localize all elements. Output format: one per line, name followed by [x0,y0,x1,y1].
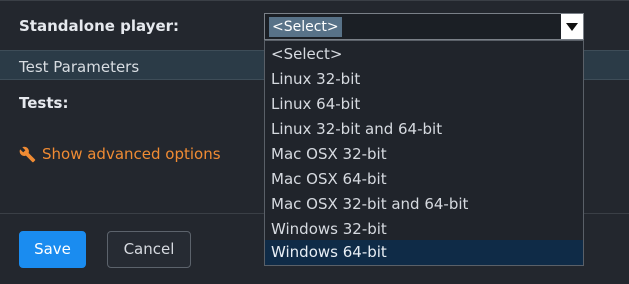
option-select[interactable]: <Select> [265,42,583,67]
option-mac-64[interactable]: Mac OSX 64-bit [265,167,583,192]
select-current-value: <Select> [269,17,342,37]
option-mac-32[interactable]: Mac OSX 32-bit [265,142,583,167]
caret-down-icon[interactable] [561,14,583,39]
tests-label: Tests: [19,94,69,112]
cancel-button[interactable]: Cancel [107,231,191,268]
advanced-options-label: Show advanced options [42,145,221,163]
option-linux-64[interactable]: Linux 64-bit [265,92,583,117]
select-dropdown-list: <Select> Linux 32-bit Linux 64-bit Linux… [264,40,584,266]
option-linux-32-64[interactable]: Linux 32-bit and 64-bit [265,117,583,142]
standalone-player-label: Standalone player: [19,17,180,35]
standalone-player-select[interactable]: <Select> [264,13,584,40]
save-button[interactable]: Save [19,231,86,268]
section-title: Test Parameters [19,58,140,76]
show-advanced-options-link[interactable]: Show advanced options [19,145,221,163]
option-windows-64[interactable]: Windows 64-bit [265,240,583,265]
option-linux-32[interactable]: Linux 32-bit [265,67,583,92]
top-divider [0,0,629,1]
wrench-icon [19,146,36,162]
option-mac-32-64[interactable]: Mac OSX 32-bit and 64-bit [265,192,583,217]
option-windows-32[interactable]: Windows 32-bit [265,217,583,242]
